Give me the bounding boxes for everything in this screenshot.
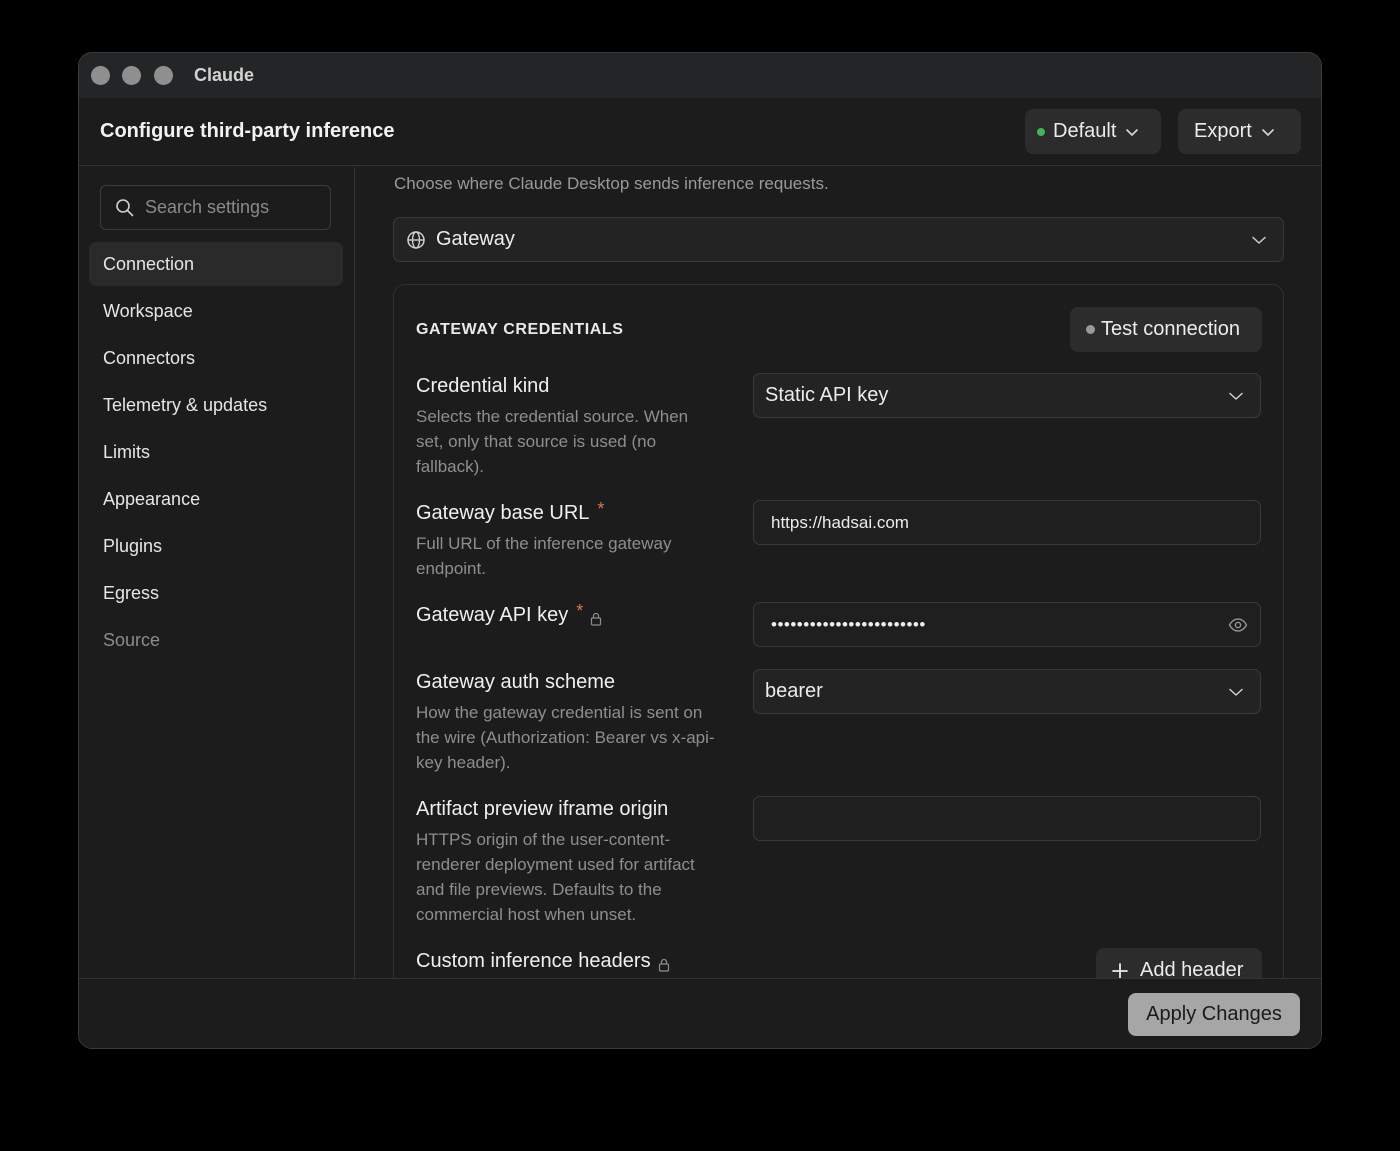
provider-value: Gateway [436,228,515,250]
zoom-window-button[interactable] [154,66,173,85]
sidebar-item-appearance[interactable]: Appearance [89,477,343,521]
page-title: Configure third-party inference [100,120,395,142]
export-label: Export [1194,120,1252,142]
sidebar-item-plugins[interactable]: Plugins [89,524,343,568]
credential-kind-description: Selects the credential source. When set,… [416,407,689,476]
lock-icon [658,958,669,972]
apply-changes-button[interactable]: Apply Changes [1128,993,1300,1036]
profile-label: Default [1053,120,1117,142]
artifact-origin-label-text: Artifact preview iframe origin [416,798,669,820]
sidebar-item-limits[interactable]: Limits [89,430,343,474]
add-header-label: Add header [1140,959,1244,978]
connection-status-dot-icon [1086,325,1095,334]
chevron-down-icon [1229,392,1243,400]
sidebar-item-source[interactable]: Source [89,618,343,662]
profile-dropdown[interactable]: Default [1025,109,1161,154]
custom-headers-label: Custom inference headers [416,950,671,973]
plus-icon [1112,962,1128,978]
app-window: Claude Configure third-party inference D… [78,52,1322,1049]
artifact-origin-description: HTTPS origin of the user-content-rendere… [416,830,695,924]
required-mark: * [576,601,584,621]
provider-select[interactable]: Gateway [393,217,1284,262]
app-title: Claude [194,65,255,85]
required-mark: * [597,499,605,519]
chevron-down-icon [1229,688,1243,696]
base-url-label: Gateway base URL * [416,499,605,525]
footer: Apply Changes [79,978,1321,1048]
credential-kind-select[interactable]: Static API key [753,373,1261,418]
gateway-credentials-card: GATEWAY CREDENTIALS Test connection Cred… [393,284,1284,978]
base-url-input[interactable] [754,512,1194,533]
search-box[interactable] [100,185,331,230]
sidebar-item-telemetry[interactable]: Telemetry & updates [89,383,343,427]
base-url-label-text: Gateway base URL [416,502,590,524]
globe-icon [407,230,425,249]
sidebar-item-connectors[interactable]: Connectors [89,336,343,380]
test-connection-button[interactable]: Test connection [1070,307,1262,352]
chevron-down-icon [1262,128,1274,136]
intro-text: Choose where Claude Desktop sends infere… [394,174,829,193]
export-dropdown[interactable]: Export [1178,109,1301,154]
eye-icon[interactable] [1228,616,1248,634]
auth-scheme-label-text: Gateway auth scheme [416,671,615,693]
base-url-description: Full URL of the inference gateway endpoi… [416,534,672,578]
api-key-input[interactable] [754,614,1194,635]
minimize-window-button[interactable] [122,66,141,85]
search-icon [116,198,134,216]
credential-kind-value: Static API key [765,384,889,406]
artifact-origin-input[interactable] [754,808,1194,829]
chevron-down-icon [1252,236,1266,244]
auth-scheme-description: How the gateway credential is sent on th… [416,703,715,772]
page-header: Configure third-party inference Default … [79,98,1321,166]
sidebar-item-workspace[interactable]: Workspace [89,289,343,333]
auth-scheme-label: Gateway auth scheme [416,671,615,694]
close-window-button[interactable] [91,66,110,85]
sidebar-item-egress[interactable]: Egress [89,571,343,615]
base-url-field[interactable] [753,500,1261,545]
status-dot-icon [1037,127,1045,136]
sidebar-item-connection[interactable]: Connection [89,242,343,286]
title-bar: Claude [79,53,1321,98]
chevron-down-icon [1126,128,1139,136]
api-key-label-text: Gateway API key [416,604,569,626]
auth-scheme-value: bearer [765,680,823,702]
api-key-label: Gateway API key * [416,601,603,627]
credential-kind-label-text: Credential kind [416,375,550,397]
custom-headers-label-text: Custom inference headers [416,950,651,972]
main-content: Choose where Claude Desktop sends infere… [356,167,1321,978]
section-title: GATEWAY CREDENTIALS [416,321,624,338]
artifact-origin-label: Artifact preview iframe origin [416,798,668,821]
test-connection-label: Test connection [1101,318,1240,340]
credential-kind-label: Credential kind [416,375,549,398]
add-header-button[interactable]: Add header [1096,948,1262,978]
sidebar: Connection Workspace Connectors Telemetr… [79,167,355,978]
artifact-origin-field[interactable] [753,796,1261,841]
search-input[interactable] [145,197,325,218]
api-key-field[interactable] [753,602,1261,647]
auth-scheme-select[interactable]: bearer [753,669,1261,714]
lock-icon [591,612,602,626]
